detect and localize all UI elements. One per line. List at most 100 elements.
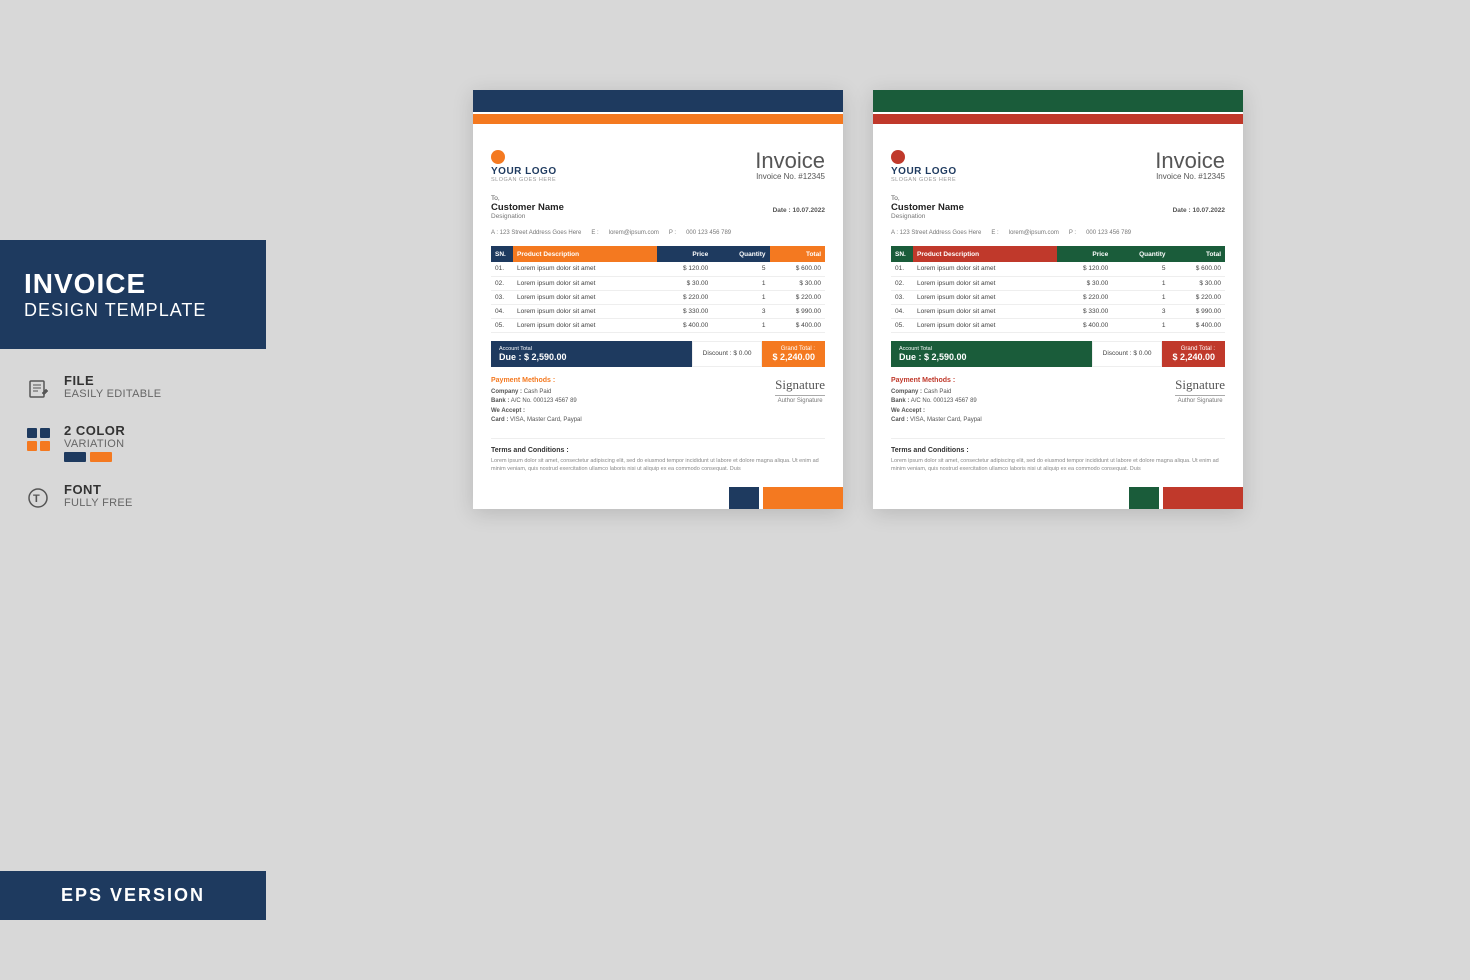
table-row: 04. Lorem ipsum dolor sit amet $ 330.00 … [891, 304, 1225, 318]
footer-bar-blue [763, 487, 843, 509]
we-accept-line-green: We Accept : [891, 407, 982, 417]
logo-slogan: SLOGAN GOES HERE [491, 177, 556, 183]
signature-label-green: Author Signature [1175, 398, 1225, 404]
th-total-green: Total [1170, 246, 1226, 262]
table-row: 04. Lorem ipsum dolor sit amet $ 330.00 … [491, 304, 825, 318]
email-label-green: E : [991, 230, 998, 236]
cell-sn: 04. [891, 304, 913, 318]
we-accept-green: We Accept : [891, 408, 925, 414]
card-line: Card : VISA, Master Card, Paypal [491, 416, 582, 426]
color-icon [24, 425, 52, 453]
th-qty-green: Quantity [1112, 246, 1169, 262]
logo-area: YOUR LOGO SLOGAN GOES HERE [491, 150, 557, 183]
cell-qty: 3 [712, 304, 769, 318]
to-label: To, [491, 195, 564, 202]
card-value-green: VISA, Master Card, Paypal [910, 417, 982, 423]
main-content: YOUR LOGO SLOGAN GOES HERE Invoice Invoi… [266, 0, 1470, 980]
signature-green: Signature Author Signature [1175, 377, 1225, 426]
cell-qty: 1 [1112, 276, 1169, 290]
cell-price: $ 220.00 [657, 290, 712, 304]
edit-icon [24, 375, 52, 403]
terms-text: Lorem ipsum dolor sit amet, consectetur … [491, 457, 825, 474]
cell-total: $ 220.00 [1170, 290, 1226, 304]
invoice-title-area-green: Invoice Invoice No. #12345 [1155, 150, 1225, 181]
signature-text: Signature [775, 377, 825, 396]
company-line: Company : Cash Paid [491, 388, 582, 398]
cell-sn: 02. [891, 276, 913, 290]
customer-name-green: Customer Name [891, 202, 964, 213]
swatch-blue [64, 452, 86, 462]
bank-value: A/C No. 000123 4567 89 [511, 398, 577, 404]
phone-label: P : [669, 230, 676, 236]
bank-label: Bank : [491, 398, 509, 404]
feature-font: T FONT FULLY FREE [24, 482, 242, 512]
signature-label: Author Signature [775, 398, 825, 404]
th-sn: SN. [491, 246, 513, 262]
phone-green: 000 123 456 789 [1086, 230, 1131, 236]
company-label-green: Company : [891, 389, 922, 395]
feature-file-title: FILE [64, 373, 161, 388]
logo-text-green: YOUR LOGO [891, 166, 957, 177]
signature-text-green: Signature [1175, 377, 1225, 396]
table-row: 02. Lorem ipsum dolor sit amet $ 30.00 1… [491, 276, 825, 290]
sidebar: INVOICE DESIGN TEMPLATE FILE EASILY EDIT… [0, 0, 266, 980]
to-label-green: To, [891, 195, 964, 202]
footer-green [873, 487, 1243, 509]
invoice-table-green: SN. Product Description Price Quantity T… [891, 246, 1225, 333]
feature-color-title: 2 COLOR [64, 423, 125, 438]
cell-desc: Lorem ipsum dolor sit amet [513, 304, 657, 318]
cell-total: $ 990.00 [770, 304, 826, 318]
address: A : 123 Street Address Goes Here [491, 230, 581, 236]
bank-value-green: A/C No. 000123 4567 89 [911, 398, 977, 404]
cell-desc: Lorem ipsum dolor sit amet [913, 290, 1057, 304]
discount-green: Discount : $ 0.00 [1092, 341, 1163, 367]
svg-text:T: T [33, 493, 40, 505]
logo-slogan-green: SLOGAN GOES HERE [891, 177, 956, 183]
date-block-green: Date : 10.07.2022 [1173, 195, 1225, 220]
cell-sn: 05. [891, 318, 913, 332]
we-accept-line: We Accept : [491, 407, 582, 417]
phone-label-green: P : [1069, 230, 1076, 236]
bank-label-green: Bank : [891, 398, 909, 404]
billing-row-green: To, Customer Name Designation Date : 10.… [891, 195, 1225, 220]
cell-desc: Lorem ipsum dolor sit amet [913, 318, 1057, 332]
terms-title-green: Terms and Conditions : [891, 447, 1225, 454]
cell-price: $ 330.00 [657, 304, 712, 318]
terms-green: Terms and Conditions : Lorem ipsum dolor… [891, 438, 1225, 474]
th-sn-green: SN. [891, 246, 913, 262]
designation-green: Designation [891, 213, 964, 220]
card-line-green: Card : VISA, Master Card, Paypal [891, 416, 982, 426]
cell-price: $ 330.00 [1057, 304, 1112, 318]
eps-label: EPS VERSION [24, 885, 242, 906]
terms-title: Terms and Conditions : [491, 447, 825, 454]
invoice-top-row-green: YOUR LOGO SLOGAN GOES HERE Invoice Invoi… [891, 150, 1225, 183]
feature-color-sub: VARIATION [64, 438, 125, 450]
company-value-green: Cash Paid [924, 389, 952, 395]
th-desc-green: Product Description [913, 246, 1057, 262]
cell-qty: 3 [1112, 304, 1169, 318]
footer-small-bar-green [1129, 487, 1159, 509]
bank-line: Bank : A/C No. 000123 4567 89 [491, 397, 582, 407]
to-block: To, Customer Name Designation [491, 195, 564, 220]
sidebar-title-block: INVOICE DESIGN TEMPLATE [0, 240, 266, 349]
company-label: Company : [491, 389, 522, 395]
cell-qty: 1 [712, 318, 769, 332]
sidebar-title-line1: INVOICE [24, 268, 242, 300]
th-qty: Quantity [712, 246, 769, 262]
bank-line-green: Bank : A/C No. 000123 4567 89 [891, 397, 982, 407]
cell-price: $ 30.00 [1057, 276, 1112, 290]
email-label: E : [591, 230, 598, 236]
cell-price: $ 400.00 [1057, 318, 1112, 332]
logo-text: YOUR LOGO [491, 166, 557, 177]
date-block: Date : 10.07.2022 [773, 195, 825, 220]
invoice-number-green: Invoice No. #12345 [1155, 172, 1225, 181]
feature-font-sub: FULLY FREE [64, 497, 133, 509]
table-row: 01. Lorem ipsum dolor sit amet $ 120.00 … [891, 262, 1225, 276]
email: lorem@ipsum.com [609, 230, 659, 236]
th-price-green: Price [1057, 246, 1112, 262]
date-value-green: 10.07.2022 [1192, 207, 1225, 214]
invoice-green: YOUR LOGO SLOGAN GOES HERE Invoice Invoi… [873, 90, 1243, 509]
th-price: Price [657, 246, 712, 262]
table-row: 05. Lorem ipsum dolor sit amet $ 400.00 … [891, 318, 1225, 332]
invoice-word: Invoice [755, 150, 825, 172]
